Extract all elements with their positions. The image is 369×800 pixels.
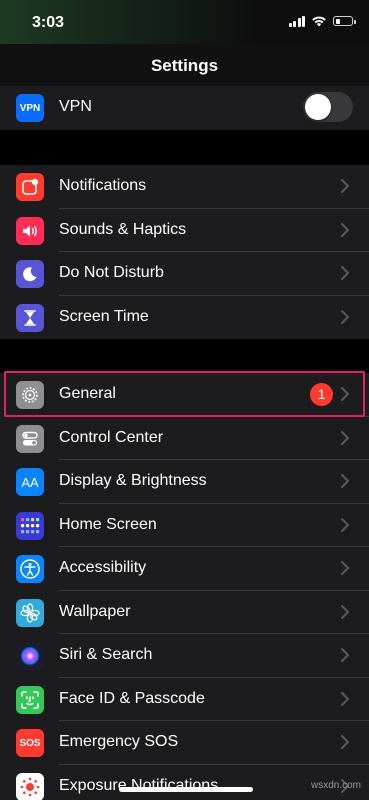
settings-row-emergency-sos[interactable]: SOS Emergency SOS: [0, 721, 369, 765]
speaker-icon: [16, 216, 44, 245]
update-badge: 1: [310, 383, 333, 406]
settings-row-wallpaper[interactable]: Wallpaper: [0, 591, 369, 634]
settings-row-face-id[interactable]: Face ID & Passcode: [0, 678, 369, 721]
siri-icon: [16, 642, 44, 670]
settings-group-notifications: Notifications Sounds & Haptics Do Not Di…: [0, 165, 369, 339]
wifi-icon: [312, 16, 326, 27]
settings-group-vpn: VPN VPN: [0, 86, 369, 130]
page-title: Settings: [150, 56, 219, 75]
chevron-right-icon: [341, 430, 349, 445]
chevron-right-icon: [341, 561, 349, 575]
settings-row-general[interactable]: General 1: [0, 373, 369, 417]
chevron-right-icon: [341, 222, 349, 237]
watermark: wsxdn.com: [310, 780, 361, 791]
settings-row-label: Screen Time: [59, 307, 149, 325]
flower-icon: [16, 598, 44, 627]
settings-row-label: Accessibility: [59, 559, 147, 576]
settings-row-sounds-haptics[interactable]: Sounds & Haptics: [0, 209, 369, 252]
settings-row-label: Home Screen: [59, 515, 157, 533]
settings-row-label: Face ID & Passcode: [59, 689, 205, 707]
home-indicator[interactable]: [119, 787, 253, 792]
chevron-right-icon: [341, 517, 349, 532]
notifications-icon: [16, 173, 44, 201]
gear-icon: [16, 381, 44, 409]
settings-row-home-screen[interactable]: Home Screen: [0, 504, 369, 547]
hourglass-icon: [16, 303, 44, 332]
settings-row-control-center[interactable]: Control Center: [0, 417, 369, 460]
accessibility-icon: [16, 555, 44, 583]
settings-row-screen-time[interactable]: Screen Time: [0, 296, 369, 340]
vpn-toggle[interactable]: [303, 92, 353, 122]
settings-row-label: Emergency SOS: [59, 733, 179, 750]
moon-icon: [16, 260, 44, 288]
settings-row-label: Notifications: [59, 177, 147, 194]
settings-row-display-brightness[interactable]: AA Display & Brightness: [0, 460, 369, 504]
settings-row-label: Wallpaper: [59, 602, 131, 620]
vpn-icon: VPN: [16, 94, 44, 122]
face-id-icon: [16, 685, 44, 714]
chevron-right-icon: [341, 179, 349, 193]
settings-row-siri-search[interactable]: Siri & Search: [0, 634, 369, 678]
chevron-right-icon: [341, 266, 349, 280]
text-size-icon: AA: [16, 468, 44, 496]
navigation-bar: Settings: [0, 44, 369, 86]
chevron-right-icon: [341, 474, 349, 488]
chevron-right-icon: [341, 309, 349, 324]
chevron-right-icon: [341, 648, 349, 662]
battery-icon: [333, 16, 356, 26]
toggles-icon: [16, 424, 44, 453]
status-time: 3:03: [32, 14, 65, 31]
settings-row-label: Sounds & Haptics: [59, 220, 187, 238]
settings-row-label: Do Not Disturb: [59, 264, 164, 281]
settings-row-do-not-disturb[interactable]: Do Not Disturb: [0, 252, 369, 296]
settings-row-label: Siri & Search: [59, 646, 153, 663]
settings-row-label: VPN: [59, 98, 92, 115]
chevron-right-icon: [341, 735, 349, 749]
toggle-knob: [305, 94, 331, 120]
settings-row-label: Control Center: [59, 428, 164, 446]
status-icons: [288, 15, 356, 27]
settings-row-vpn[interactable]: VPN VPN: [0, 86, 369, 130]
settings-row-label: Display & Brightness: [59, 472, 207, 489]
chevron-right-icon: [341, 387, 349, 401]
chevron-right-icon: [341, 604, 349, 619]
settings-row-label: General: [59, 385, 116, 402]
cellular-signal-icon: [288, 15, 305, 27]
sos-icon: SOS: [16, 729, 44, 757]
settings-row-accessibility[interactable]: Accessibility: [0, 547, 369, 591]
chevron-right-icon: [341, 691, 349, 706]
settings-row-notifications[interactable]: Notifications: [0, 165, 369, 209]
settings-group-general: General 1 Control Center AA Display & Br…: [0, 373, 369, 800]
status-bar: 3:03: [0, 0, 369, 44]
app-grid-icon: [16, 511, 44, 540]
exposure-icon: [16, 772, 44, 800]
